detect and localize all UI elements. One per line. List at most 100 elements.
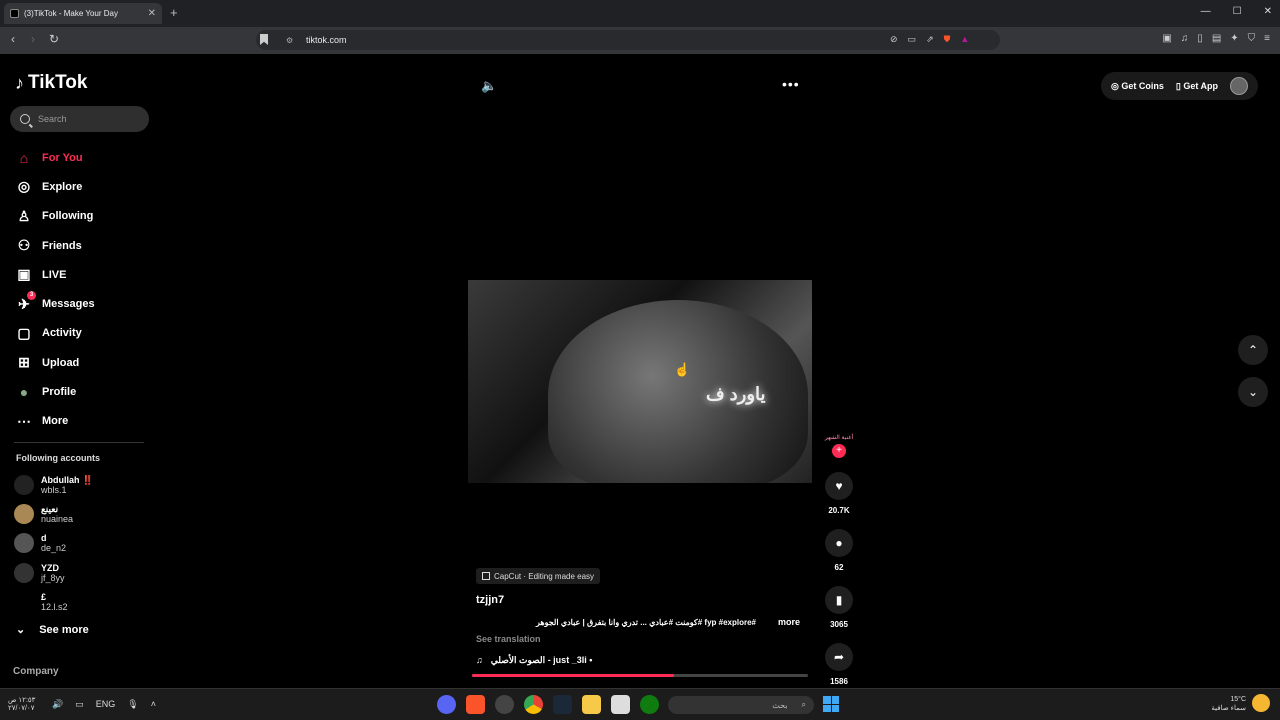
address-bar[interactable]: ⚙ tiktok.com bbox=[256, 30, 1000, 50]
sidebar-item-activity[interactable]: ▢ Activity bbox=[14, 319, 95, 348]
wallet-icon[interactable]: ▤ bbox=[1212, 33, 1221, 44]
sidebar-item-explore[interactable]: ◎ Explore bbox=[14, 172, 95, 201]
forward-icon[interactable]: › bbox=[31, 32, 35, 46]
search-placeholder: Search bbox=[38, 114, 67, 124]
get-coins-button[interactable]: ◎ Get Coins bbox=[1111, 81, 1164, 92]
account-name: YZD bbox=[41, 562, 59, 573]
share-count: 1586 bbox=[830, 677, 848, 686]
follow-plus-button[interactable]: + bbox=[832, 444, 846, 458]
new-tab-button[interactable]: + bbox=[170, 5, 178, 20]
capcut-label: CapCut · Editing made easy bbox=[494, 571, 595, 581]
more-button[interactable]: more bbox=[778, 617, 800, 627]
comment-button[interactable]: ● 62 bbox=[822, 529, 856, 572]
speaker-icon[interactable]: 🔊 bbox=[52, 699, 63, 710]
tiktok-favicon bbox=[10, 9, 19, 18]
sidebar-item-more[interactable]: ⋯ More bbox=[14, 407, 95, 436]
discord-icon[interactable] bbox=[437, 695, 456, 714]
menu-icon[interactable]: ≡ bbox=[1264, 33, 1270, 44]
sidebar-item-for-you[interactable]: ⌂ For You bbox=[14, 143, 95, 172]
brave-icon[interactable] bbox=[466, 695, 485, 714]
sidebar-item-profile[interactable]: ● Profile bbox=[14, 377, 95, 406]
brave-shield-icon[interactable]: ⛊ bbox=[944, 34, 951, 45]
store-icon[interactable] bbox=[611, 695, 630, 714]
next-video-button[interactable]: ⌄ bbox=[1238, 377, 1268, 407]
steam-icon[interactable] bbox=[553, 695, 572, 714]
music-note-icon: ♫ bbox=[476, 655, 483, 665]
account-item[interactable]: £12.l.s2 bbox=[14, 587, 93, 616]
video-username[interactable]: tzjjn7 bbox=[476, 594, 504, 606]
close-window-button[interactable]: ✕ bbox=[1264, 6, 1272, 17]
sidebar-item-friends[interactable]: ⚇ Friends bbox=[14, 231, 95, 260]
account-item[interactable]: d de_n2 bbox=[14, 529, 93, 558]
see-translation-link[interactable]: See translation bbox=[476, 634, 541, 644]
video-player[interactable]: ياورد ف bbox=[468, 280, 812, 483]
like-count: 20.7K bbox=[828, 506, 850, 515]
see-more-button[interactable]: ⌄ See more bbox=[16, 623, 89, 637]
clock[interactable]: ١٢:٥٣ ص ٢٧/٠٧/٠٧ bbox=[8, 697, 35, 713]
windows-start-icon[interactable] bbox=[823, 696, 839, 712]
save-button[interactable]: ▮ 3065 bbox=[822, 586, 856, 629]
back-icon[interactable]: ‹ bbox=[11, 32, 15, 46]
account-name: £ bbox=[41, 591, 47, 602]
sidebar-icon[interactable]: ▯ bbox=[1197, 33, 1203, 44]
leo-icon[interactable]: ✦ bbox=[1230, 33, 1238, 44]
profile-avatar[interactable] bbox=[1230, 77, 1248, 95]
translate-icon[interactable]: ⊘ bbox=[890, 34, 898, 45]
microphone-icon[interactable]: 🎙 bbox=[127, 699, 138, 710]
language-indicator[interactable]: ENG bbox=[96, 699, 116, 710]
weather-widget[interactable]: 15°C سماء صافية bbox=[1211, 695, 1246, 713]
video-progress-bar[interactable] bbox=[472, 674, 808, 677]
vpn-icon[interactable]: ⛉ bbox=[1248, 33, 1256, 44]
music-link[interactable]: ♫ الصوت الأصلي - just _3li • bbox=[476, 655, 592, 666]
account-name: d bbox=[41, 533, 47, 544]
app-icon[interactable] bbox=[495, 695, 514, 714]
capcut-tag[interactable]: CapCut · Editing made easy bbox=[476, 568, 601, 584]
sidebar-item-following[interactable]: ♙ Following bbox=[14, 202, 95, 231]
reload-icon[interactable]: ↻ bbox=[49, 32, 59, 46]
account-item[interactable]: YZD jf_8yy bbox=[14, 558, 93, 587]
search-input[interactable]: Search bbox=[10, 106, 149, 132]
clock-date: ٢٧/٠٧/٠٧ bbox=[8, 705, 35, 712]
account-item[interactable]: Abdullah ‼️ wbls.1 bbox=[14, 470, 93, 499]
minimize-button[interactable]: — bbox=[1201, 6, 1211, 17]
tiktok-logo[interactable]: ♪ TikTok bbox=[15, 72, 87, 94]
network-icon[interactable]: ▭ bbox=[75, 699, 84, 710]
xbox-icon[interactable] bbox=[640, 695, 659, 714]
sidebar-item-label: Explore bbox=[42, 180, 83, 193]
bookmark-icon[interactable] bbox=[260, 34, 268, 45]
file-explorer-icon[interactable] bbox=[582, 695, 601, 714]
sidebar-item-messages[interactable]: ✈ 3 Messages bbox=[14, 289, 95, 318]
site-info-icon[interactable]: ⚙ bbox=[286, 36, 293, 45]
maximize-button[interactable]: ☐ bbox=[1233, 6, 1242, 17]
capcut-icon bbox=[482, 572, 490, 580]
chevron-up-icon: ⌃ bbox=[1247, 343, 1259, 357]
chrome-icon[interactable] bbox=[524, 695, 543, 714]
clock-time: ١٢:٥٣ ص bbox=[8, 697, 36, 704]
sidebar-item-live[interactable]: ▣ LIVE bbox=[14, 260, 95, 289]
more-icon: ⋯ bbox=[17, 412, 31, 429]
company-link[interactable]: Company bbox=[13, 666, 59, 677]
share-icon[interactable]: ⇗ bbox=[926, 34, 934, 45]
cast-icon[interactable]: ▭ bbox=[908, 34, 917, 45]
extension-icons: ▣ ♫ ▯ ▤ ✦ ⛉ ≡ bbox=[1162, 33, 1270, 44]
comment-icon: ● bbox=[825, 529, 853, 557]
browser-tab[interactable]: (3)TikTok - Make Your Day ✕ bbox=[4, 3, 162, 24]
close-tab-icon[interactable]: ✕ bbox=[148, 8, 156, 19]
home-icon: ⌂ bbox=[19, 149, 29, 166]
screenshot-icon[interactable]: ▣ bbox=[1162, 33, 1171, 44]
previous-video-button[interactable]: ⌃ bbox=[1238, 335, 1268, 365]
tray-chevron-icon[interactable]: ˄ bbox=[151, 699, 156, 710]
more-options-icon[interactable]: ••• bbox=[782, 76, 800, 92]
media-icon[interactable]: ♫ bbox=[1181, 33, 1189, 44]
share-button[interactable]: ➦ 1586 bbox=[822, 643, 856, 686]
taskbar-search[interactable]: بحث ⌕ bbox=[668, 696, 814, 714]
volume-icon[interactable]: 🔈 bbox=[481, 78, 497, 94]
get-app-button[interactable]: ▯ Get App bbox=[1176, 81, 1218, 92]
like-button[interactable]: ♥ 20.7K bbox=[822, 472, 856, 515]
compass-icon: ◎ bbox=[17, 178, 31, 195]
account-handle: jf_8yy bbox=[41, 572, 65, 583]
account-item[interactable]: نعينع nuainea bbox=[14, 499, 93, 528]
rewards-icon[interactable]: ▲ bbox=[960, 34, 969, 45]
sidebar-item-upload[interactable]: ⊞ Upload bbox=[14, 348, 95, 377]
taskbar-apps bbox=[437, 695, 659, 714]
